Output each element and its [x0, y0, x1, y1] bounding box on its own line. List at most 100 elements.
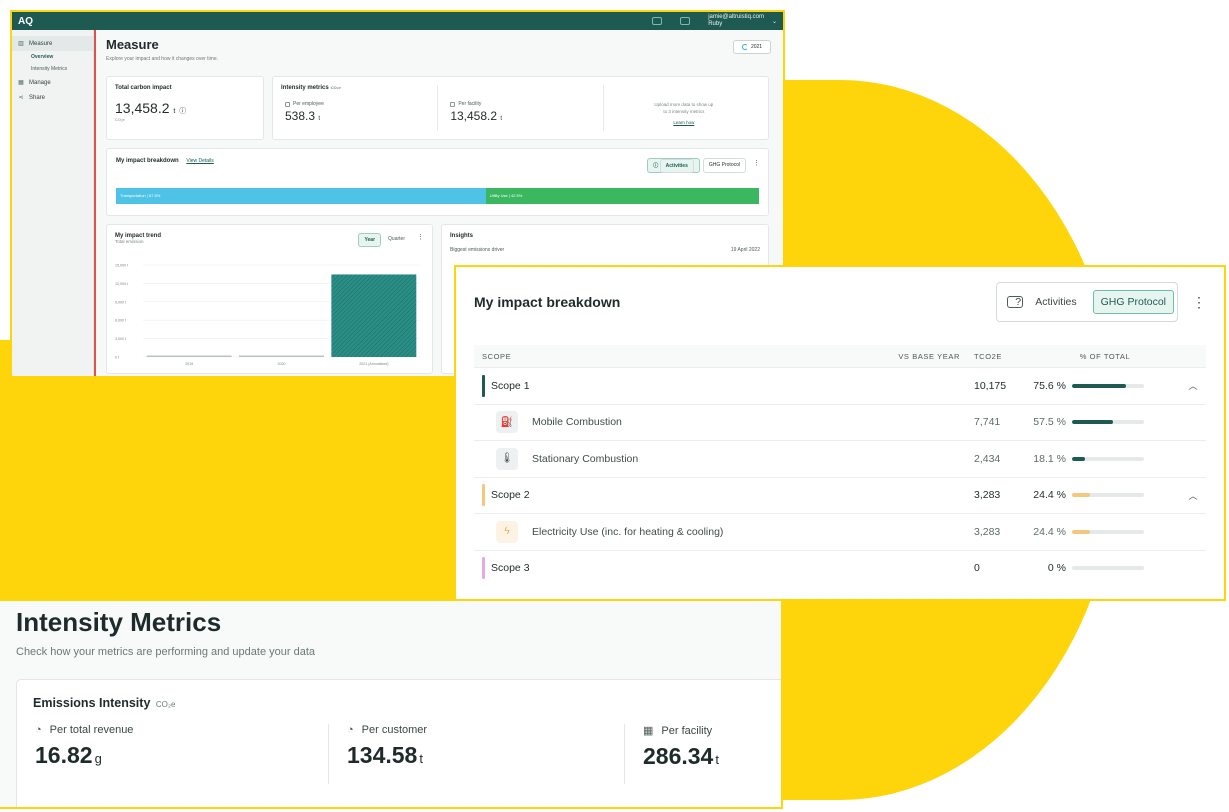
- grid-icon: ▦: [18, 80, 24, 86]
- table-row-scope-1[interactable]: Scope 1 10,175 75.6 % ︿: [474, 367, 1206, 404]
- tco2e-value: 3,283: [974, 489, 1001, 502]
- col-vs-base-year[interactable]: VS BASE YEAR: [870, 352, 960, 361]
- col-pct-total[interactable]: % OF TOTAL: [1030, 352, 1180, 361]
- y-tick-label: 6,000 t: [115, 319, 126, 323]
- per-employee-metric: Per employee 538.3 t: [281, 85, 439, 131]
- page-title: Measure: [106, 37, 159, 52]
- year-selector[interactable]: 2021: [733, 40, 771, 54]
- table-header: SCOPE VS BASE YEAR TCO2E % OF TOTAL: [474, 345, 1206, 367]
- x-tick-label: 2021 (Annualized): [359, 362, 388, 366]
- chevron-up-icon[interactable]: ︿: [1180, 489, 1206, 502]
- insights-title: Insights: [450, 233, 474, 239]
- pct-bar: [1072, 420, 1144, 425]
- thermometer-icon: 🌡: [496, 447, 518, 470]
- sidebar: ▥ Measure Overview Intensity Metrics ▦ M…: [12, 30, 94, 376]
- breakdown-table-title: My impact breakdown: [474, 294, 621, 310]
- breakdown-toggle: ⓘ Activities GHG Protocol: [647, 158, 746, 173]
- sidebar-item-overview[interactable]: Overview: [12, 51, 93, 63]
- more-options-icon[interactable]: ⋮: [1192, 294, 1206, 311]
- table-row-electricity-use[interactable]: ϟ Electricity Use (inc. for heating & coo…: [474, 513, 1206, 550]
- tab-ghg-protocol[interactable]: GHG Protocol: [1092, 290, 1174, 314]
- per-facility-metric: Per facility 13,458.2 t: [438, 85, 604, 131]
- learn-how-link[interactable]: Learn how: [608, 119, 760, 126]
- question-icon: ?: [1007, 296, 1024, 308]
- total-carbon-title: Total carbon impact: [115, 85, 172, 91]
- trend-chart: 15,000 t 12,000 t 9,000 t 6,000 t 3,000 t 0 t…: [115, 264, 420, 366]
- intensity-card: Intensity metrics CO₂e Per employee 538.3…: [272, 76, 769, 140]
- impact-breakdown-card: My impact breakdown View Details ⓘ Activ…: [106, 148, 769, 216]
- intensity-metrics-panel: Intensity Metrics Check how your metrics…: [0, 599, 783, 809]
- col-tco2e[interactable]: TCO2E: [960, 352, 1030, 361]
- pie-chart-icon: ◔: [35, 724, 42, 736]
- sidebar-item-share[interactable]: ⋖ Share: [12, 90, 93, 105]
- building-icon: [450, 101, 456, 107]
- page-subtitle: Explore your impact and how it changes o…: [106, 56, 218, 62]
- sidebar-item-measure[interactable]: ▥ Measure: [12, 36, 93, 51]
- tco2e-value: 3,283: [974, 525, 1001, 538]
- breakdown-bar: Transportation | 57.5% Utility Use | 42.…: [116, 188, 759, 204]
- tab-quarter[interactable]: Quarter: [383, 233, 410, 247]
- x-tick-label: 2019: [185, 362, 193, 366]
- pie-chart-icon: ◔: [347, 724, 354, 736]
- info-icon[interactable]: ⓘ: [179, 108, 186, 115]
- chevron-up-icon[interactable]: ︿: [1180, 379, 1206, 392]
- intensity-page-subtitle: Check how your metrics are performing an…: [16, 646, 315, 658]
- sidebar-item-intensity-metrics[interactable]: Intensity Metrics: [12, 63, 93, 75]
- tab-activities[interactable]: ? Activities: [1000, 286, 1090, 318]
- y-tick-label: 3,000 t: [115, 337, 126, 341]
- y-tick-label: 9,000 t: [115, 300, 126, 304]
- pct-bar: [1072, 383, 1144, 388]
- intensity-title: Intensity metrics CO₂e: [281, 85, 341, 91]
- segment-utility-use[interactable]: Utility Use | 42.5%: [485, 188, 759, 204]
- breakdown-table-panel: My impact breakdown ? Activities GHG Prot…: [454, 265, 1226, 601]
- more-options-icon[interactable]: ⋮: [753, 159, 760, 167]
- top-bar: AQ jamie@altruistiq.com Ruby ⌄: [12, 12, 783, 30]
- tco2e-value: 0: [974, 562, 980, 575]
- col-scope[interactable]: SCOPE: [474, 352, 870, 361]
- tco2e-value: 7,741: [974, 416, 1001, 429]
- scope-1-marker: [482, 374, 485, 397]
- trend-bar[interactable]: [239, 355, 324, 358]
- table-row-scope-2[interactable]: Scope 2 3,283 24.4 % ︿: [474, 476, 1206, 514]
- per-customer-metric: ◔ Per customer 134.58 t: [329, 724, 625, 784]
- trend-bar[interactable]: [331, 274, 417, 357]
- table-row-mobile-combustion[interactable]: ⛽ Mobile Combustion 7,741 57.5 %: [474, 403, 1206, 441]
- tab-year[interactable]: Year: [358, 233, 382, 247]
- scope-2-marker: [482, 484, 485, 507]
- view-details-link[interactable]: View Details: [186, 158, 213, 164]
- building-icon: ▦: [643, 725, 654, 737]
- trend-bar[interactable]: [146, 355, 232, 358]
- x-tick-label: 2020: [278, 362, 286, 366]
- tab-activities[interactable]: ⓘ Activities: [647, 158, 700, 173]
- graduation-cap-icon[interactable]: [680, 17, 691, 25]
- pct-bar: [1072, 493, 1144, 498]
- sidebar-item-manage[interactable]: ▦ Manage: [12, 75, 93, 90]
- lightbulb-icon[interactable]: [652, 17, 663, 25]
- upload-prompt: Upload more data to show up to 3 intensi…: [604, 85, 760, 131]
- table-row-stationary-combustion[interactable]: 🌡 Stationary Combustion 2,434 18.1 %: [474, 440, 1206, 477]
- pct-bar: [1072, 566, 1144, 571]
- impact-trend-card: My impact trend Total emission Year Quar…: [106, 224, 433, 374]
- tco2e-value: 10,175: [974, 379, 1007, 392]
- fuel-pump-icon: ⛽: [496, 411, 518, 434]
- breakdown-view-toggle: ? Activities GHG Protocol: [996, 282, 1178, 322]
- chevron-down-icon[interactable]: ⌄: [772, 18, 777, 25]
- app-logo[interactable]: AQ: [18, 16, 33, 27]
- tco2e-value: 2,434: [974, 452, 1001, 465]
- trend-toggle: Year Quarter: [358, 233, 410, 247]
- table-row-scope-3[interactable]: Scope 3 0 0 %: [474, 549, 1206, 587]
- insight-date: 19 April 2022: [730, 247, 760, 253]
- lightning-icon: ϟ: [496, 520, 518, 543]
- total-carbon-unit: CO₂e: [115, 117, 125, 122]
- per-facility-metric: ▦ Per facility 286.34 t: [643, 724, 719, 770]
- user-email: jamie@altruistiq.com: [708, 14, 764, 20]
- trend-more-icon[interactable]: ⋮: [417, 233, 424, 241]
- segment-transportation[interactable]: Transportation | 57.5%: [116, 188, 486, 204]
- emissions-intensity-title: Emissions Intensity CO₂e: [33, 696, 176, 710]
- tab-ghg-protocol[interactable]: GHG Protocol: [702, 158, 746, 173]
- y-tick-label: 15,000 t: [115, 264, 128, 268]
- share-icon: ⋖: [18, 95, 24, 101]
- people-icon: [285, 101, 290, 107]
- insight-driver: Biggest emissions driver: [450, 247, 505, 253]
- user-menu[interactable]: jamie@altruistiq.com Ruby: [708, 14, 764, 28]
